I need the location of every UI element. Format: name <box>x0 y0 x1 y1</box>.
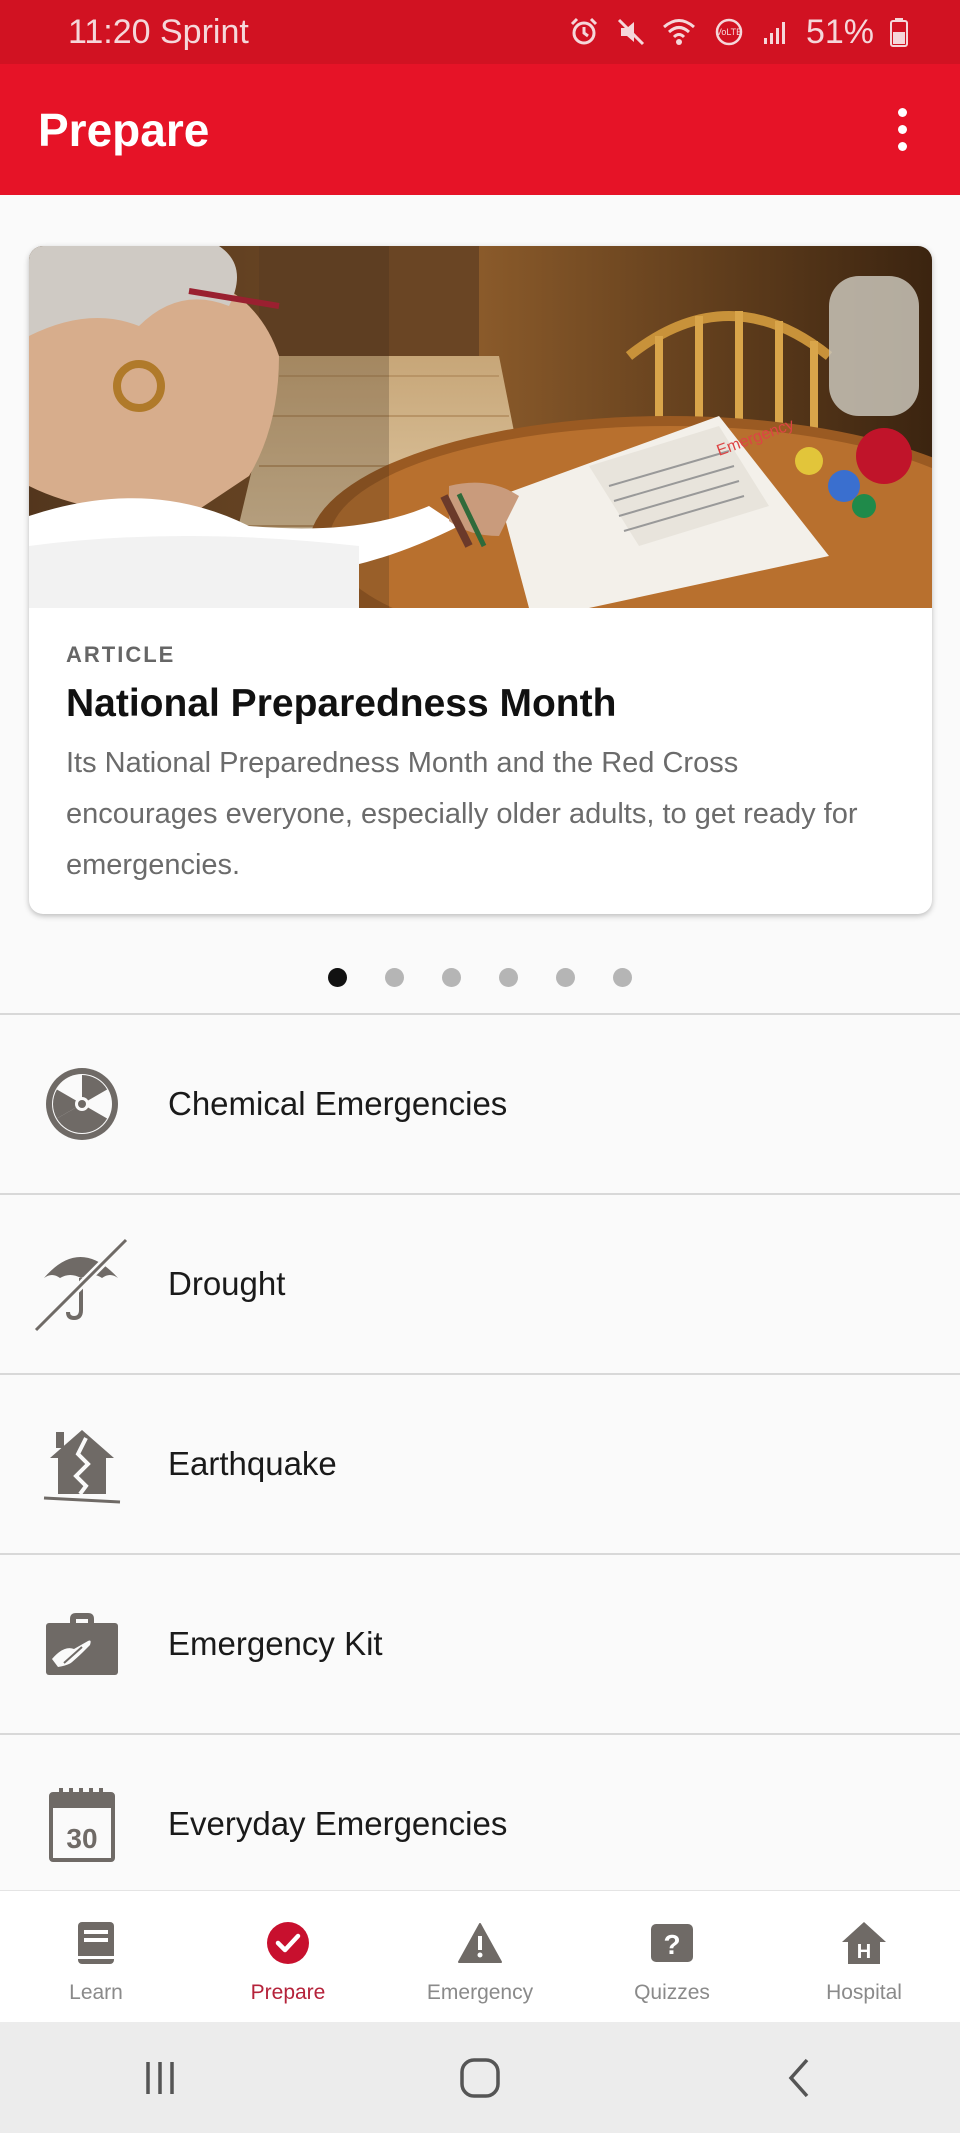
umbrella-off-icon <box>34 1236 130 1332</box>
article-photo: Emergency <box>29 246 932 608</box>
list-item-label: Emergency Kit <box>168 1625 383 1662</box>
first-aid-kit-icon <box>34 1596 130 1692</box>
system-navigation-bar <box>0 2022 960 2133</box>
app-bar: Prepare <box>0 64 960 195</box>
tab-hospital[interactable]: H Hospital <box>768 1891 960 2022</box>
list-item-label: Earthquake <box>168 1445 337 1482</box>
svg-text:?: ? <box>663 1929 680 1960</box>
tab-label: Prepare <box>250 1981 326 2004</box>
recents-icon[interactable] <box>120 2048 200 2108</box>
home-icon[interactable] <box>440 2048 520 2108</box>
status-time-carrier: 11:20 Sprint <box>68 12 249 51</box>
carousel-dot[interactable] <box>613 968 632 987</box>
mute-icon <box>616 17 646 47</box>
featured-article-card[interactable]: Emergency ARTICLE National Preparedness … <box>29 246 932 914</box>
list-item-label: Chemical Emergencies <box>168 1085 508 1122</box>
back-icon[interactable] <box>760 2048 840 2108</box>
carousel-dot[interactable] <box>556 968 575 987</box>
article-meta: ARTICLE National Preparedness Month Its … <box>29 642 932 891</box>
battery-text: 51% <box>805 12 874 51</box>
question-icon: ? <box>642 1915 702 1971</box>
list-item-emergency-kit[interactable]: Emergency Kit <box>0 1553 960 1733</box>
status-icons: VoLTE 51% <box>568 13 908 52</box>
tab-label: Emergency <box>426 1981 534 2004</box>
article-kicker: ARTICLE <box>66 642 176 667</box>
article-description: Its National Preparedness Month and the … <box>66 747 858 881</box>
tab-label: Learn <box>69 1981 123 2004</box>
tab-prepare[interactable]: Prepare <box>192 1891 384 2022</box>
check-circle-icon <box>258 1915 318 1971</box>
carousel-dot[interactable] <box>499 968 518 987</box>
tab-label: Hospital <box>826 1981 902 2004</box>
wifi-icon <box>662 17 696 47</box>
volte-icon: VoLTE <box>712 17 746 47</box>
tab-label: Quizzes <box>634 1981 710 2004</box>
list-item-chemical-emergencies[interactable]: Chemical Emergencies <box>0 1013 960 1193</box>
battery-icon <box>890 17 908 47</box>
topic-list: Chemical Emergencies Drought Earthquake <box>0 1013 960 1913</box>
alarm-icon <box>568 16 600 48</box>
carousel-dot[interactable] <box>385 968 404 987</box>
list-item-label: Everyday Emergencies <box>168 1805 508 1842</box>
tab-learn[interactable]: Learn <box>0 1891 192 2022</box>
warning-icon <box>450 1915 510 1971</box>
status-bar: 11:20 Sprint VoLTE 51% <box>0 0 960 64</box>
carousel-dot[interactable] <box>442 968 461 987</box>
article-title: National Preparedness Month <box>66 682 617 725</box>
signal-icon <box>762 18 790 46</box>
list-item-everyday-emergencies[interactable]: 30 Everyday Emergencies <box>0 1733 960 1913</box>
tab-emergency[interactable]: Emergency <box>384 1891 576 2022</box>
radiation-icon <box>34 1056 130 1152</box>
svg-text:H: H <box>857 1941 871 1963</box>
carousel-indicator <box>0 968 960 988</box>
list-item-drought[interactable]: Drought <box>0 1193 960 1373</box>
carousel-dot[interactable] <box>328 968 347 987</box>
list-item-earthquake[interactable]: Earthquake <box>0 1373 960 1553</box>
hospital-icon: H <box>834 1915 894 1971</box>
svg-text:VoLTE: VoLTE <box>716 27 742 37</box>
page-title: Prepare <box>38 103 210 156</box>
tab-quizzes[interactable]: ? Quizzes <box>576 1891 768 2022</box>
svg-text:30: 30 <box>66 1823 97 1854</box>
list-item-label: Drought <box>168 1265 286 1302</box>
book-icon <box>66 1915 126 1971</box>
calendar-30-icon: 30 <box>34 1776 130 1872</box>
cracked-house-icon <box>34 1416 130 1512</box>
bottom-navigation: Learn Prepare Emergency ? Quizzes H Hosp… <box>0 1890 960 2022</box>
more-vert-icon[interactable] <box>882 100 922 160</box>
